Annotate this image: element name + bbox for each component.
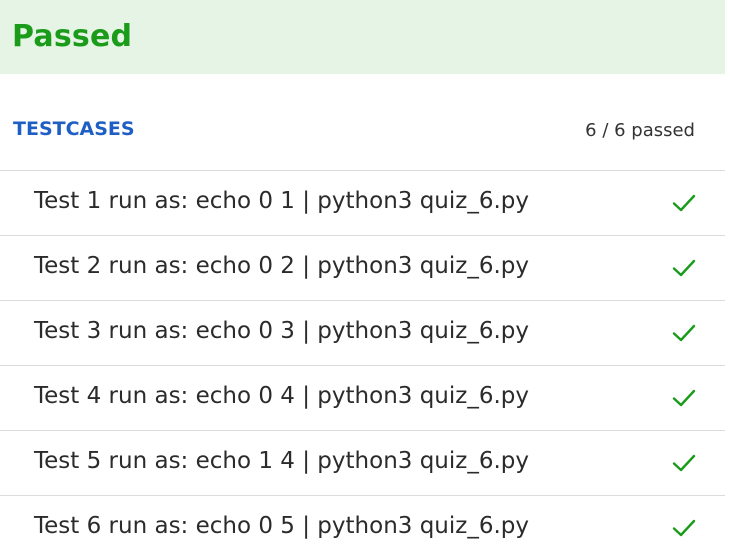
status-banner: Passed: [0, 0, 725, 74]
check-icon: [672, 194, 696, 212]
status-title: Passed: [12, 19, 133, 54]
testcase-label: Test 2 run as: echo 0 2 | python3 quiz_6…: [34, 253, 530, 279]
check-icon: [672, 454, 696, 472]
testcases-summary: 6 / 6 passed: [585, 120, 695, 141]
check-icon: [672, 389, 696, 407]
testcase-row-2[interactable]: Test 2 run as: echo 0 2 | python3 quiz_6…: [0, 236, 725, 301]
testcase-row-3[interactable]: Test 3 run as: echo 0 3 | python3 quiz_6…: [0, 301, 725, 366]
testcase-label: Test 5 run as: echo 1 4 | python3 quiz_6…: [34, 448, 530, 474]
check-icon: [672, 519, 696, 537]
check-icon: [672, 324, 696, 342]
testcase-label: Test 6 run as: echo 0 5 | python3 quiz_6…: [34, 513, 530, 539]
testcase-label: Test 1 run as: echo 0 1 | python3 quiz_6…: [34, 188, 530, 214]
results-panel: Passed TESTCASES 6 / 6 passed Test 1 run…: [0, 0, 733, 557]
check-icon: [672, 259, 696, 277]
testcase-row-4[interactable]: Test 4 run as: echo 0 4 | python3 quiz_6…: [0, 366, 725, 431]
testcases-header: TESTCASES 6 / 6 passed: [0, 108, 725, 170]
testcase-row-6[interactable]: Test 6 run as: echo 0 5 | python3 quiz_6…: [0, 496, 725, 557]
testcase-row-5[interactable]: Test 5 run as: echo 1 4 | python3 quiz_6…: [0, 431, 725, 496]
testcase-row-1[interactable]: Test 1 run as: echo 0 1 | python3 quiz_6…: [0, 171, 725, 236]
testcase-label: Test 4 run as: echo 0 4 | python3 quiz_6…: [34, 383, 530, 409]
testcases-title: TESTCASES: [13, 118, 135, 140]
testcase-list: Test 1 run as: echo 0 1 | python3 quiz_6…: [0, 171, 725, 557]
testcase-label: Test 3 run as: echo 0 3 | python3 quiz_6…: [34, 318, 530, 344]
